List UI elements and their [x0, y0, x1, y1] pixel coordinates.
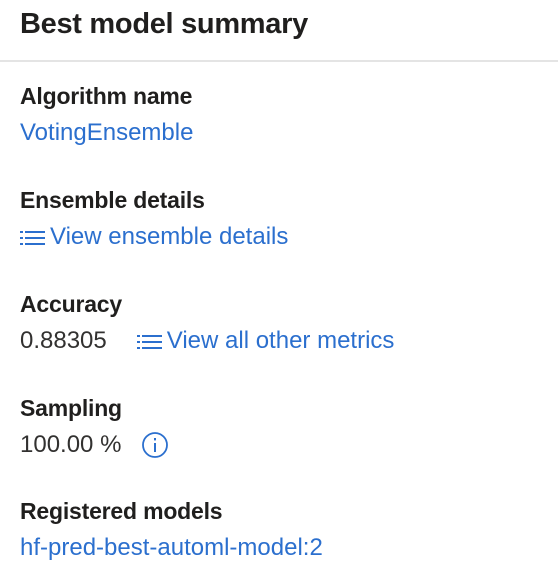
- algorithm-name-link[interactable]: VotingEnsemble: [20, 118, 193, 148]
- algorithm-section: Algorithm name VotingEnsemble: [20, 82, 193, 148]
- list-icon: [136, 335, 162, 349]
- registered-models-label: Registered models: [20, 498, 223, 524]
- view-ensemble-details-link[interactable]: View ensemble details: [20, 222, 288, 252]
- registered-model-link[interactable]: hf-pred-best-automl-model:2: [20, 533, 323, 563]
- sampling-value: 100.00 %: [20, 431, 122, 458]
- registered-models-section: Registered models hf-pred-best-automl-mo…: [20, 497, 323, 563]
- card-title: Best model summary: [20, 8, 308, 40]
- accuracy-value: 0.88305: [20, 327, 107, 354]
- ensemble-section: Ensemble details View ensemble details: [20, 186, 288, 252]
- best-model-summary-card: Best model summary Algorithm name Voting…: [0, 0, 558, 580]
- accuracy-label: Accuracy: [20, 291, 122, 317]
- title-divider: [0, 60, 558, 62]
- algorithm-label: Algorithm name: [20, 83, 193, 109]
- ensemble-label: Ensemble details: [20, 187, 205, 213]
- accuracy-section: Accuracy 0.88305 View all other metrics: [20, 290, 394, 356]
- view-all-metrics-label: View all other metrics: [166, 327, 395, 354]
- sampling-label: Sampling: [20, 395, 122, 421]
- list-icon: [20, 231, 45, 245]
- view-ensemble-details-label: View ensemble details: [50, 223, 289, 250]
- view-all-metrics-link[interactable]: View all other metrics: [136, 326, 395, 356]
- sampling-section: Sampling 100.00 %: [20, 394, 169, 460]
- info-icon[interactable]: [141, 431, 169, 459]
